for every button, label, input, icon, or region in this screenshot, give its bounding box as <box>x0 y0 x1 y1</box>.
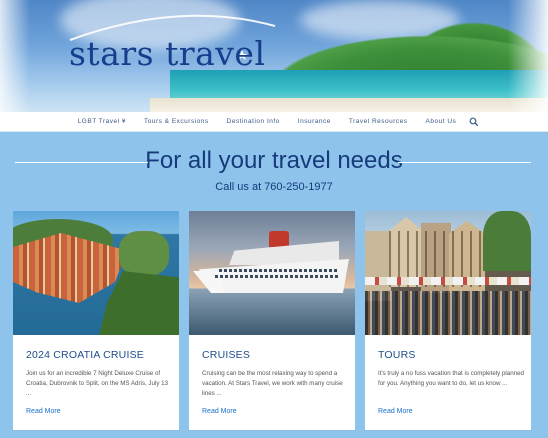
divider-left <box>15 162 148 163</box>
search-icon[interactable] <box>469 117 479 127</box>
card-title[interactable]: CRUISES <box>202 349 250 361</box>
phone-text: Call us at 760-250-1977 <box>215 181 333 193</box>
card-image-cruise-ship[interactable] <box>189 211 355 335</box>
nav-item-lgbt-travel[interactable]: LGBT Travel ¥ <box>69 118 135 125</box>
card-image-market-square[interactable] <box>365 211 531 335</box>
banner-beach <box>150 98 548 112</box>
header-banner: stars travel <box>0 0 548 112</box>
card-tours: TOURS It's truly a no fuss vacation that… <box>365 211 531 430</box>
read-more-link[interactable]: Read More <box>378 408 413 415</box>
card-excerpt: Join us for an incredible 7 Night Deluxe… <box>26 370 169 398</box>
read-more-link[interactable]: Read More <box>202 408 237 415</box>
card-title[interactable]: TOURS <box>378 349 416 361</box>
banner-fade <box>0 0 30 112</box>
divider-right <box>398 162 531 163</box>
main-nav: LGBT Travel ¥ Tours & Excursions Destina… <box>0 112 548 132</box>
card-excerpt: It's truly a no fuss vacation that is co… <box>378 370 524 388</box>
nav-item-about-us[interactable]: About Us <box>417 118 466 125</box>
card-image-dubrovnik[interactable] <box>13 211 179 335</box>
hero-section: For all your travel needs <box>0 147 548 175</box>
card-cruises: CRUISES Cruising can be the most relaxin… <box>189 211 355 430</box>
nav-item-insurance[interactable]: Insurance <box>289 118 340 125</box>
card-title[interactable]: 2024 CROATIA CRUISE <box>26 349 144 361</box>
banner-fade <box>508 0 548 112</box>
card-excerpt: Cruising can be the most relaxing way to… <box>202 370 343 398</box>
page-title: For all your travel needs <box>145 147 403 174</box>
nav-item-destination-info[interactable]: Destination Info <box>218 118 289 125</box>
nav-item-travel-resources[interactable]: Travel Resources <box>340 118 417 125</box>
card-croatia-cruise: 2024 CROATIA CRUISE Join us for an incre… <box>13 211 179 430</box>
read-more-link[interactable]: Read More <box>26 408 61 415</box>
site-logo[interactable]: stars travel <box>69 34 266 73</box>
nav-item-tours-excursions[interactable]: Tours & Excursions <box>135 118 218 125</box>
